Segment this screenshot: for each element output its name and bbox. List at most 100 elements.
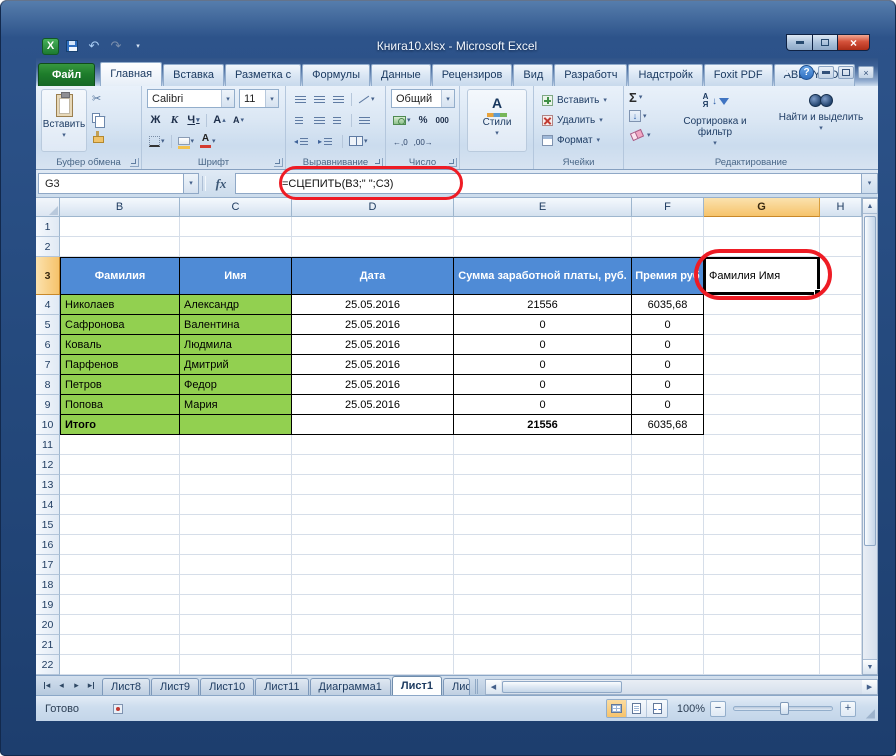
cell-d20[interactable]	[292, 615, 454, 635]
cell-c22[interactable]	[180, 655, 292, 675]
tab-addins[interactable]: Надстройк	[628, 64, 702, 86]
cell-h9[interactable]	[820, 395, 862, 415]
cell-h3[interactable]	[820, 257, 862, 295]
cell-c15[interactable]	[180, 515, 292, 535]
cell-d18[interactable]	[292, 575, 454, 595]
cell-c21[interactable]	[180, 635, 292, 655]
cell-b16[interactable]	[60, 535, 180, 555]
cell-h16[interactable]	[820, 535, 862, 555]
autosum-button[interactable]: Σ▾	[629, 90, 651, 104]
cell-c4[interactable]: Александр	[180, 295, 292, 315]
bold-button[interactable]: Ж	[147, 112, 164, 129]
cell-f18[interactable]	[632, 575, 704, 595]
name-box[interactable]: G3	[38, 173, 184, 194]
row-header-6[interactable]: 6	[36, 335, 60, 355]
cell-g10[interactable]	[704, 415, 820, 435]
help-button[interactable]: ?	[799, 65, 814, 80]
cell-g13[interactable]	[704, 475, 820, 495]
cell-b3[interactable]: Фамилия	[60, 257, 180, 295]
tab-data[interactable]: Данные	[371, 64, 431, 86]
cell-b8[interactable]: Петров	[60, 375, 180, 395]
italic-button[interactable]: К	[166, 112, 183, 129]
cell-h17[interactable]	[820, 555, 862, 575]
cell-f5[interactable]: 0	[632, 315, 704, 335]
cell-f13[interactable]	[632, 475, 704, 495]
row-header-19[interactable]: 19	[36, 595, 60, 615]
cell-b11[interactable]	[60, 435, 180, 455]
cell-h11[interactable]	[820, 435, 862, 455]
vertical-scroll-thumb[interactable]	[864, 216, 876, 546]
cell-e8[interactable]: 0	[454, 375, 632, 395]
row-header-12[interactable]: 12	[36, 455, 60, 475]
collapse-ribbon-button[interactable]	[780, 66, 795, 80]
cell-b18[interactable]	[60, 575, 180, 595]
cell-f1[interactable]	[632, 217, 704, 237]
tab-file[interactable]: Файл	[38, 63, 95, 86]
cell-f17[interactable]	[632, 555, 704, 575]
cell-d17[interactable]	[292, 555, 454, 575]
cut-button[interactable]: ✂	[92, 92, 106, 106]
cell-b19[interactable]	[60, 595, 180, 615]
cell-c12[interactable]	[180, 455, 292, 475]
tab-formulas[interactable]: Формулы	[302, 64, 370, 86]
column-header-c[interactable]: C	[180, 198, 292, 217]
shrink-font-button[interactable]: А▾	[230, 112, 247, 129]
cell-g11[interactable]	[704, 435, 820, 455]
delete-cells-button[interactable]: Удалить ▾	[542, 112, 603, 129]
formula-input[interactable]: =СЦЕПИТЬ(B3;" ";C3)	[235, 173, 861, 194]
row-header-14[interactable]: 14	[36, 495, 60, 515]
cell-h21[interactable]	[820, 635, 862, 655]
cell-b10[interactable]: Итого	[60, 415, 180, 435]
sheet-tab-chart1[interactable]: Диаграмма1	[310, 678, 391, 695]
cell-d3[interactable]: Дата	[292, 257, 454, 295]
cell-g7[interactable]	[704, 355, 820, 375]
row-header-5[interactable]: 5	[36, 315, 60, 335]
cell-e1[interactable]	[454, 217, 632, 237]
cell-h10[interactable]	[820, 415, 862, 435]
row-header-8[interactable]: 8	[36, 375, 60, 395]
row-header-1[interactable]: 1	[36, 217, 60, 237]
cell-b9[interactable]: Попова	[60, 395, 180, 415]
cell-f11[interactable]	[632, 435, 704, 455]
cell-f9[interactable]: 0	[632, 395, 704, 415]
cell-d1[interactable]	[292, 217, 454, 237]
cell-b14[interactable]	[60, 495, 180, 515]
tab-view[interactable]: Вид	[513, 64, 553, 86]
insert-function-button[interactable]: fx	[207, 173, 235, 194]
vertical-scroll-track[interactable]	[863, 214, 877, 659]
close-button[interactable]: ×	[838, 34, 870, 51]
cell-c3[interactable]: Имя	[180, 257, 292, 295]
align-left-button[interactable]	[292, 112, 309, 129]
cell-g5[interactable]	[704, 315, 820, 335]
record-macro-button[interactable]	[109, 701, 127, 717]
cell-f12[interactable]	[632, 455, 704, 475]
tab-page-layout[interactable]: Разметка с	[225, 64, 301, 86]
cell-f22[interactable]	[632, 655, 704, 675]
prev-sheet-button[interactable]: ◂	[54, 678, 69, 693]
sheet-tab-sheet10[interactable]: Лист10	[200, 678, 254, 695]
minimize-button[interactable]	[786, 34, 812, 51]
scroll-up-button[interactable]: ▲	[863, 199, 877, 214]
cell-c19[interactable]	[180, 595, 292, 615]
align-bottom-button[interactable]	[330, 91, 347, 108]
column-header-d[interactable]: D	[292, 198, 454, 217]
cell-e14[interactable]	[454, 495, 632, 515]
row-header-16[interactable]: 16	[36, 535, 60, 555]
cell-d9[interactable]: 25.05.2016	[292, 395, 454, 415]
cell-c1[interactable]	[180, 217, 292, 237]
cell-b20[interactable]	[60, 615, 180, 635]
tab-splitter[interactable]	[473, 679, 480, 694]
cell-f21[interactable]	[632, 635, 704, 655]
cell-d16[interactable]	[292, 535, 454, 555]
cell-c8[interactable]: Федор	[180, 375, 292, 395]
workbook-close-button[interactable]: ×	[858, 66, 874, 79]
cell-f16[interactable]	[632, 535, 704, 555]
cell-f10[interactable]: 6035,68	[632, 415, 704, 435]
tab-home[interactable]: Главная	[100, 62, 162, 86]
cell-g14[interactable]	[704, 495, 820, 515]
increase-decimal-button[interactable]: ←,0	[391, 134, 410, 151]
copy-button[interactable]: ▾	[92, 111, 106, 125]
cell-b21[interactable]	[60, 635, 180, 655]
column-header-g[interactable]: G	[704, 198, 820, 217]
cell-h2[interactable]	[820, 237, 862, 257]
